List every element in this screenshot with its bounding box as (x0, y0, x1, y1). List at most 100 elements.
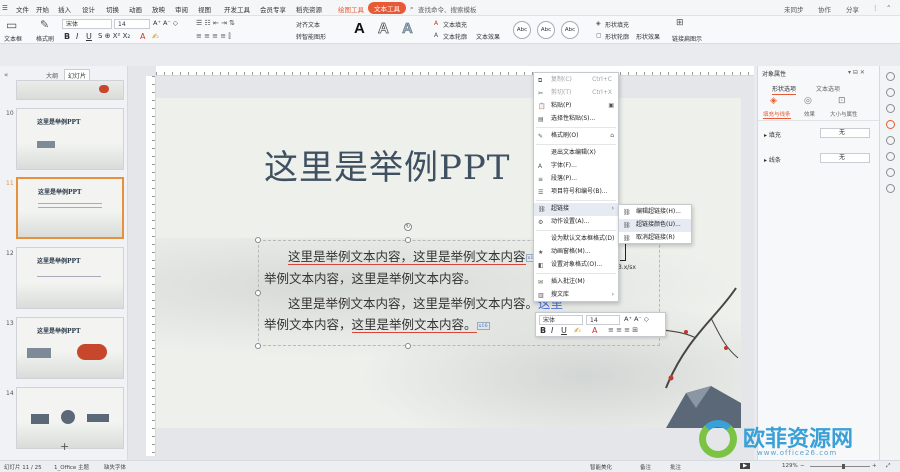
mini-highlight-button[interactable]: ✍ (574, 326, 581, 335)
mini-italic-button[interactable]: I (551, 326, 553, 335)
slide-thumbnail-partial[interactable] (16, 80, 124, 100)
share-button[interactable]: 分享 (846, 4, 859, 14)
body-text-line[interactable]: 举例文本内容，这里是举例文本内容。 x16 (264, 314, 490, 333)
menu-file[interactable]: 文件 (16, 4, 29, 14)
convert-smartart-button[interactable]: 转智能图形 (296, 32, 326, 41)
strike-shadow-icons[interactable]: S ⊕ X² X₂ (98, 32, 130, 40)
font-size-select[interactable]: 14 (114, 19, 150, 29)
menu-item-paste-special[interactable]: ▤ 选择性粘贴(S)... (534, 113, 618, 126)
menu-animation[interactable]: 动画 (129, 4, 142, 14)
menu-insert[interactable]: 插入 (58, 4, 71, 14)
format-painter-button[interactable]: 格式刷 (36, 34, 54, 43)
subtab-fill-line[interactable]: 填充与线条 (763, 110, 791, 119)
shape-icon[interactable] (886, 104, 895, 113)
menu-member[interactable]: 会员专享 (260, 4, 286, 14)
font-color-button[interactable]: A (140, 32, 145, 41)
body-text-line[interactable]: 这里是举例文本内容，这里是举例文本内容x16这里 (288, 246, 564, 265)
help-icon[interactable] (886, 152, 895, 161)
slide-thumbnail[interactable]: 这里是举例PPT (16, 247, 124, 309)
smartart-link-button[interactable]: 链接扁图示 (672, 34, 702, 43)
collapse-ribbon-icon[interactable]: ⌃ (886, 4, 891, 12)
menu-item-format-object[interactable]: ◧ 设置对象格式(O)... (534, 259, 618, 272)
panel-controls-icon[interactable]: ▾ ⊟ ✕ (848, 69, 865, 76)
zoom-in-icon[interactable]: + (872, 463, 877, 469)
slide-canvas[interactable]: 这里是举例PPT ↻ 这里是举例文本内容，这里是举例文本内容x16这里 举例文本… (156, 98, 741, 428)
menu-item-font[interactable]: A 字体(F)... (534, 160, 618, 173)
resize-handle[interactable] (255, 290, 261, 296)
slide-thumbnail[interactable]: 这里是举例PPT (16, 317, 124, 379)
menu-item-default-textbox[interactable]: 设为默认文本框格式(D) (534, 233, 618, 246)
fill-select[interactable]: 无 (820, 128, 870, 138)
menu-item-action[interactable]: ⚙ 动作设置(A)... (534, 216, 618, 229)
collapse-panel-icon[interactable]: « (4, 71, 8, 79)
mini-underline-button[interactable]: U (561, 326, 567, 335)
animation-icon[interactable] (886, 136, 895, 145)
text-effect-button[interactable]: 文本效果 (476, 32, 500, 41)
effect-icon[interactable]: ◎ (804, 96, 812, 106)
shape-style-1[interactable]: Abc (513, 21, 531, 39)
slide-title[interactable]: 这里是举例PPT (264, 140, 510, 189)
smart-beautify-button[interactable]: 智能美化 (590, 463, 612, 471)
command-search[interactable]: 查找命令、搜索模板 (418, 4, 477, 14)
shape-style-3[interactable]: Abc (561, 21, 579, 39)
tab-text-options[interactable]: 文本选项 (816, 84, 840, 93)
menu-devtools[interactable]: 开发工具 (224, 4, 250, 14)
menu-item-hyperlink[interactable]: ⛓ 超链接 › (534, 203, 618, 216)
font-grow-icon[interactable]: A⁺ A⁻ ◇ (153, 19, 178, 27)
size-property-icon[interactable]: ⊡ (838, 96, 846, 106)
line-select[interactable]: 无 (820, 153, 870, 163)
text-fill-icon[interactable]: A (434, 20, 438, 27)
shape-fill-icon[interactable]: ◈ (596, 20, 601, 27)
format-painter-icon[interactable]: ✎ (40, 18, 49, 31)
wordart-style-black[interactable]: A (354, 20, 365, 37)
mini-font-select[interactable]: 宋体 (539, 315, 583, 325)
menu-item-insert-comment[interactable]: ✉ 插入批注(M) (534, 276, 618, 289)
font-name-select[interactable]: 宋体 (62, 19, 112, 29)
textbox-button[interactable]: 文本框 (4, 34, 22, 43)
menu-item-animation-pane[interactable]: ★ 动画窗格(M)... (534, 246, 618, 259)
app-menu-icon[interactable]: ☰ (2, 4, 8, 12)
fit-window-icon[interactable]: ⤢ (886, 463, 890, 470)
theme-name[interactable]: 1_Office 主题 (54, 463, 89, 471)
subtab-size-property[interactable]: 大小与属性 (830, 110, 858, 118)
menu-item-hyperlink-color[interactable]: ⛓ 超链接颜色(U)... (619, 219, 691, 232)
menu-design[interactable]: 设计 (82, 4, 95, 14)
subtab-effect[interactable]: 效果 (804, 110, 815, 118)
list-icons[interactable]: ☰ ☷ ⇤ ⇥ ⇅ (196, 19, 235, 27)
zoom-slider[interactable] (810, 466, 870, 467)
tab-outline[interactable]: 大纲 (46, 71, 58, 80)
shape-effect-button[interactable]: 形状效果 (636, 32, 660, 41)
shape-fill-button[interactable]: 形状填充 (605, 20, 629, 29)
menu-slideshow[interactable]: 放映 (152, 4, 165, 14)
body-text-line[interactable]: 这里是举例文本内容，这里是举例文本内容。这里 (288, 293, 563, 312)
resize-handle[interactable] (405, 343, 411, 349)
collaborate-button[interactable]: 协作 (818, 4, 831, 14)
resize-handle[interactable] (255, 237, 261, 243)
sync-status[interactable]: 未同步 (784, 4, 804, 14)
menu-view[interactable]: 视图 (198, 4, 211, 14)
missing-font-button[interactable]: 缺失字体 (104, 463, 126, 471)
slide-thumbnail[interactable] (16, 387, 124, 449)
zoom-slider-thumb[interactable] (842, 464, 845, 469)
resize-handle[interactable] (405, 237, 411, 243)
settings-icon[interactable] (886, 168, 895, 177)
mini-font-color-button[interactable]: A (592, 326, 597, 335)
location-icon[interactable] (886, 184, 895, 193)
menu-item-exit-edit[interactable]: 退出文本编辑(X) (534, 147, 618, 160)
fill-label[interactable]: ▸ 填充 (764, 130, 781, 139)
text-outline-button[interactable]: 文本轮廓 (443, 32, 467, 41)
align-icons[interactable]: ≡ ≡ ≡ ≡ ⫿ (196, 32, 231, 41)
wordart-style-outline[interactable]: A (378, 20, 390, 38)
menu-drawing-tools[interactable]: 绘图工具 (338, 4, 364, 14)
underline-button[interactable]: U (86, 32, 92, 41)
text-outline-icon[interactable]: A (434, 32, 438, 39)
collapse-sidebar-icon[interactable] (886, 72, 895, 81)
menu-item-cut[interactable]: ✂ 剪切(T) Ctrl+X (534, 87, 618, 100)
shape-outline-button[interactable]: 形状轮廓 (605, 32, 629, 41)
highlight-button[interactable]: ✍ (152, 32, 159, 41)
select-icon[interactable] (886, 88, 895, 97)
property-icon[interactable] (886, 120, 895, 129)
menu-home[interactable]: 开始 (36, 4, 49, 14)
shape-style-2[interactable]: Abc (537, 21, 555, 39)
menu-docer[interactable]: 稻壳资源 (296, 4, 322, 14)
